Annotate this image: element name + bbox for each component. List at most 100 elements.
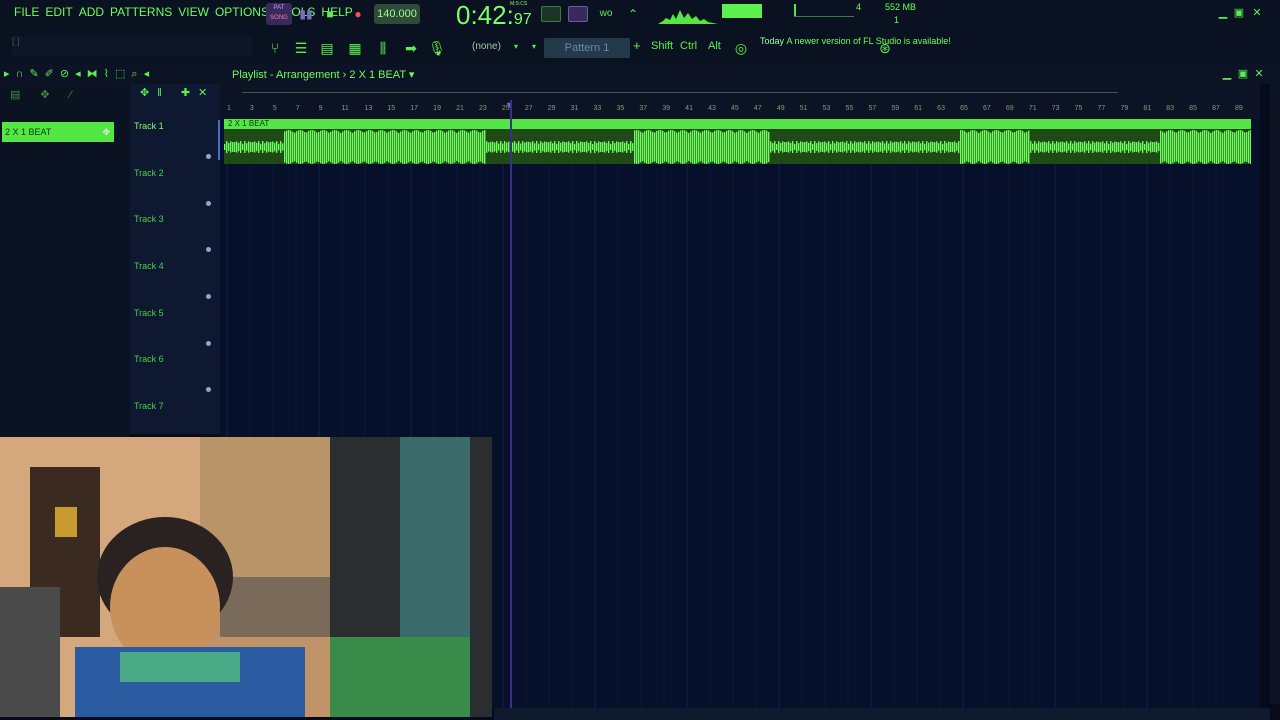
track-label[interactable]: Track 5 (134, 308, 164, 318)
close-icon[interactable]: ✕ (1250, 6, 1264, 20)
zoom-icon[interactable]: ⌕ (131, 68, 143, 80)
pattern-selector[interactable]: Pattern 1 (544, 38, 630, 58)
clip-header[interactable]: 2 X 1 BEAT (224, 119, 1251, 129)
options-icon[interactable]: ▸ (4, 68, 16, 80)
ruler-tick-label: 47 (753, 105, 762, 112)
wait-icon[interactable]: wo (598, 6, 614, 22)
ruler-tick-label: 77 (1097, 105, 1106, 112)
menu-add[interactable]: ADD (79, 5, 104, 19)
step-edit-icon[interactable] (568, 6, 588, 22)
pattern-item[interactable]: 2 X 1 BEAT ✥ (2, 122, 114, 142)
chevron-down-icon[interactable]: ▾ (514, 42, 518, 51)
track-mute-toggle[interactable] (206, 341, 211, 346)
ctrl-key-button[interactable]: Ctrl (680, 40, 697, 52)
metronome-icon[interactable]: ⌃ (625, 6, 641, 22)
record-icon[interactable]: ● (350, 6, 366, 22)
browser-icon[interactable]: ⑂ (264, 38, 286, 58)
track-mute-toggle[interactable] (206, 387, 211, 392)
piano-roll-icon[interactable]: ▤ (316, 38, 338, 58)
channel-rack-icon[interactable]: ☰ (290, 38, 312, 58)
select-icon[interactable]: ⬚ (115, 68, 131, 80)
ruler-tick-label: 29 (547, 105, 556, 112)
horizontal-scrollbar[interactable] (494, 708, 1270, 720)
menu-view[interactable]: VIEW (178, 5, 209, 19)
stop-icon[interactable]: ■ (322, 6, 338, 22)
ruler-tick-label: 17 (410, 105, 419, 112)
menu-patterns[interactable]: PATTERNS (110, 5, 172, 19)
pencil-icon[interactable]: ✎ (29, 68, 44, 80)
track-mute-toggle[interactable] (206, 294, 211, 299)
news-text: A newer version of FL Studio is availabl… (786, 36, 951, 46)
shift-key-button[interactable]: Shift (651, 40, 673, 52)
close-icon[interactable]: ✕ (1252, 67, 1266, 81)
ruler-tick-label: 1 (227, 105, 231, 112)
oscilloscope-icon (658, 10, 718, 24)
mute-icon[interactable]: ◂ (75, 68, 87, 80)
slip-icon[interactable]: ⧓ (87, 68, 104, 80)
track-label[interactable]: Track 6 (134, 354, 164, 364)
ruler-tick-label: 55 (845, 105, 854, 112)
track-label[interactable]: Track 3 (134, 214, 164, 224)
minimize-icon[interactable]: ▁ (1220, 67, 1234, 81)
track-label[interactable]: Track 2 (134, 168, 164, 178)
ruler-tick-label: 31 (570, 105, 579, 112)
menu-options[interactable]: OPTIONS (215, 5, 269, 19)
track-mute-toggle[interactable] (206, 247, 211, 252)
ruler-tick-label: 45 (731, 105, 739, 112)
add-pattern-button[interactable]: + (633, 38, 641, 53)
slice-icon[interactable]: ⌇ (104, 68, 115, 80)
menu-edit[interactable]: EDIT (45, 5, 72, 19)
scroll-bar[interactable] (242, 92, 1118, 93)
ruler-tick-label: 57 (868, 105, 877, 112)
online-icon[interactable]: ⊛ (874, 38, 896, 58)
pause-icon[interactable]: ▮▮ (298, 6, 314, 22)
playlist-tools: ▸∩✎✐⊘◂⧓⌇⬚⌕◂ (4, 67, 155, 81)
pattern-item-label: 2 X 1 BEAT (5, 127, 52, 137)
ruler-tick-label: 89 (1235, 105, 1243, 112)
ruler-tick-label: 51 (799, 105, 808, 112)
ruler-tick-label: 53 (822, 105, 831, 112)
chevron-down-icon[interactable]: ▾ (532, 42, 536, 51)
play-icon[interactable]: ◂ (144, 68, 156, 80)
tempo-display[interactable]: 140.000 (374, 4, 420, 24)
time-sub: 97 (513, 11, 532, 28)
pat-song-toggle[interactable]: PAT SONG (266, 3, 292, 25)
typing-keyboard-icon[interactable] (541, 6, 561, 22)
ruler-tick-label: 63 (937, 105, 945, 112)
vertical-scrollbar[interactable] (1270, 84, 1280, 704)
ruler-tick-label: 35 (616, 105, 625, 112)
track-label[interactable]: Track 7 (134, 401, 164, 411)
microphone-icon[interactable]: 🎙 (426, 38, 448, 58)
delete-icon[interactable]: ⊘ (60, 68, 75, 80)
arrow-right-icon[interactable]: ➡ (400, 38, 422, 58)
mixer-icon[interactable]: ⫼ (372, 38, 394, 58)
alt-key-button[interactable]: Alt (708, 40, 721, 52)
paint-icon[interactable]: ✐ (45, 68, 60, 80)
magnet-icon[interactable]: ∩ (16, 68, 30, 80)
ruler-tick-label: 79 (1120, 105, 1129, 112)
track-label[interactable]: Track 1 (134, 121, 164, 131)
poly-count: 1 (894, 15, 900, 25)
minimize-icon[interactable]: ▁ (1216, 6, 1230, 20)
news-date: Today (760, 36, 785, 46)
news-icon[interactable]: ◎ (730, 38, 752, 58)
memory-usage: 552 MB (885, 2, 917, 12)
ruler-tick-label: 3 (249, 105, 254, 112)
timeline-ruler[interactable] (220, 84, 1260, 118)
maximize-icon[interactable]: ▣ (1232, 6, 1246, 20)
arrangement-name[interactable]: 2 X 1 BEAT (349, 69, 405, 81)
news-panel[interactable]: Today A newer version of FL Studio is av… (760, 36, 951, 47)
ruler-tick-label: 33 (593, 105, 602, 112)
playhead[interactable] (510, 100, 512, 708)
move-icon[interactable]: ✥ (102, 122, 110, 142)
track-mute-toggle[interactable] (206, 154, 211, 159)
track-mute-toggle[interactable] (206, 201, 211, 206)
time-main: 0:42: (456, 0, 514, 30)
maximize-icon[interactable]: ▣ (1236, 67, 1250, 81)
playlist-icon[interactable]: ▦ (344, 38, 366, 58)
ruler-tick-label: 39 (662, 105, 671, 112)
menu-file[interactable]: FILE (14, 5, 39, 19)
instrument-select[interactable]: (none) (472, 41, 501, 52)
ruler-tick-label: 71 (1028, 105, 1037, 112)
track-label[interactable]: Track 4 (134, 261, 164, 271)
